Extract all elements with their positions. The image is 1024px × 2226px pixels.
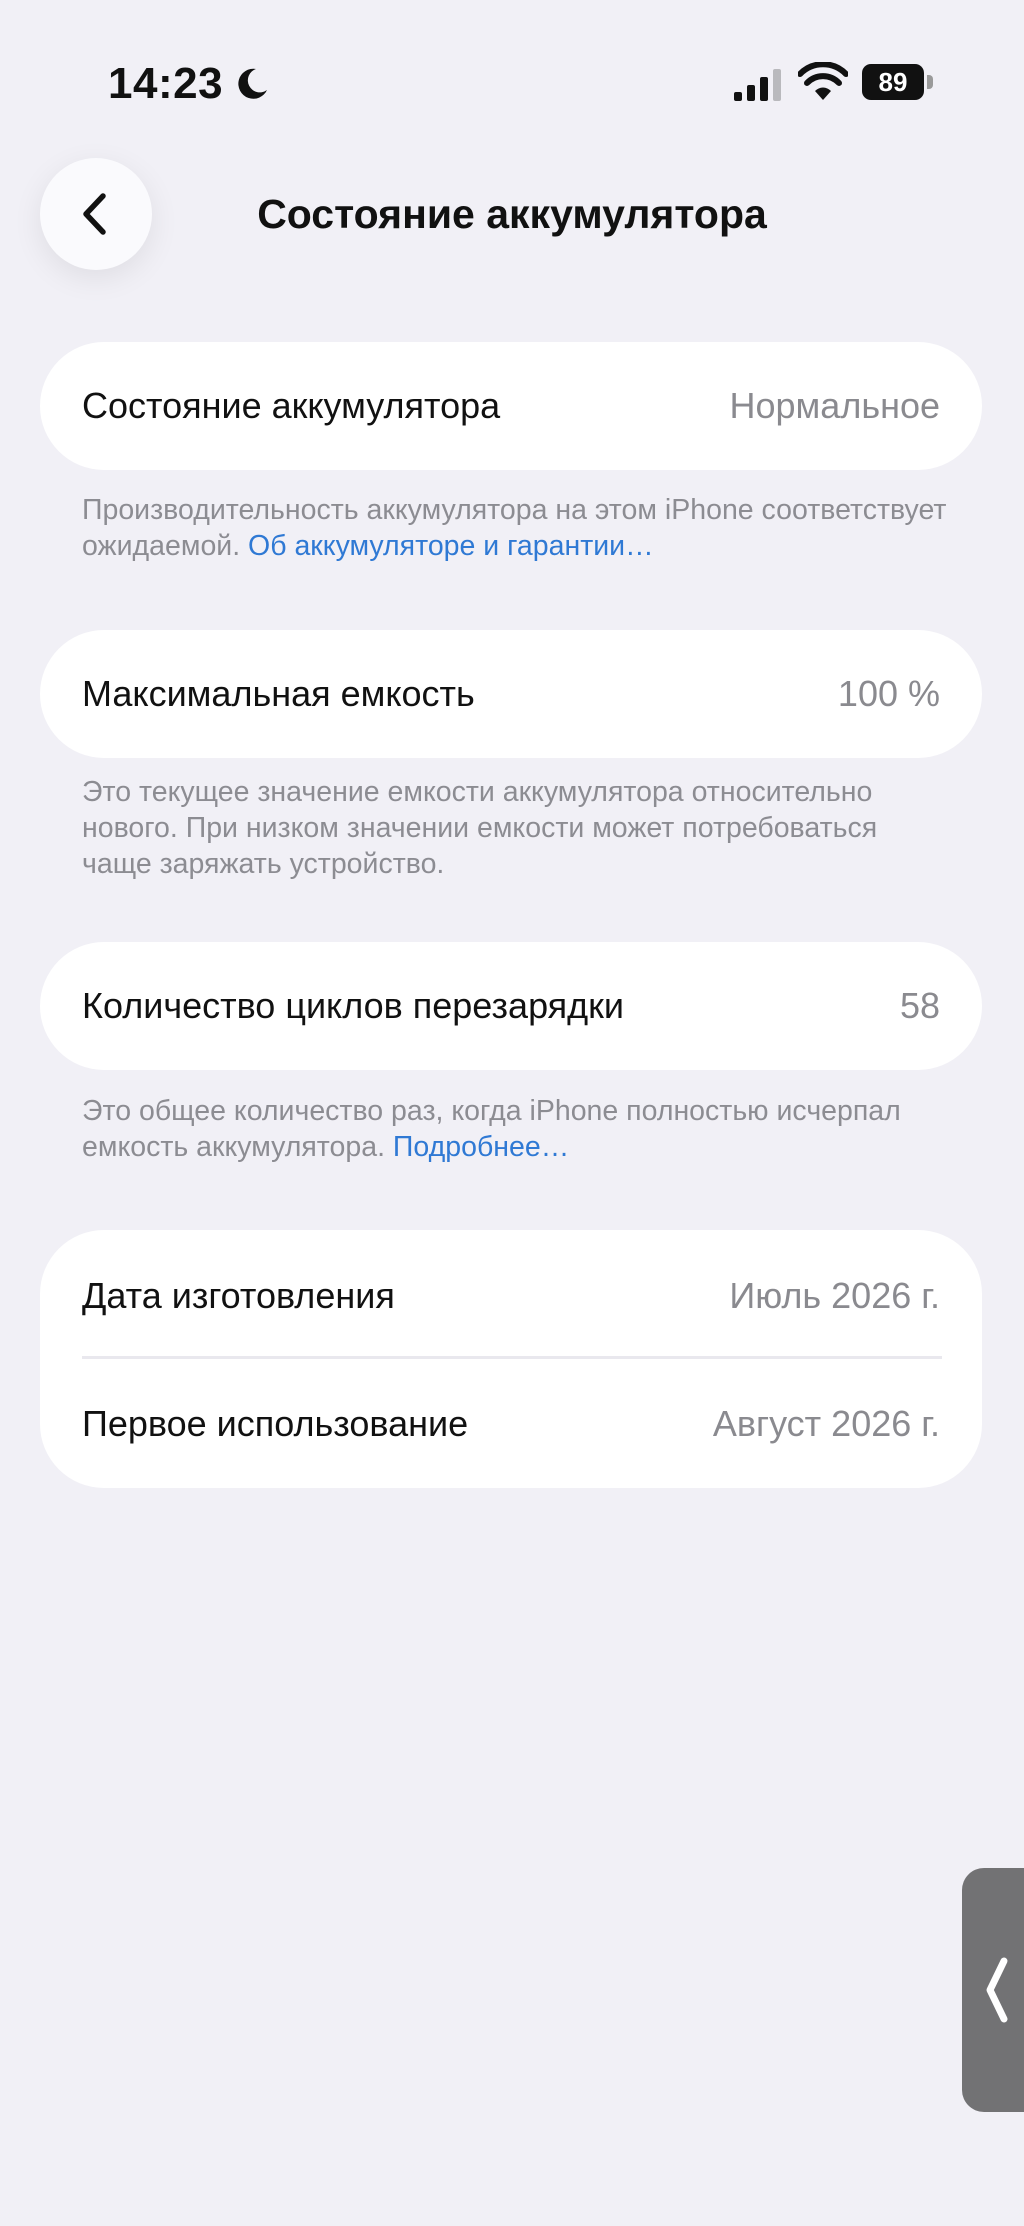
learn-more-link[interactable]: Подробнее… (393, 1131, 569, 1163)
manufacture-date-row: Дата изготовления Июль 2026 г. (82, 1266, 940, 1326)
max-capacity-footnote: Это текущее значение емкости аккумулятор… (82, 776, 878, 880)
max-capacity-value: 100 % (837, 673, 940, 714)
status-bar: 14:23 89 (0, 0, 1024, 150)
moon-icon (238, 68, 267, 99)
cycle-count-value: 58 (899, 985, 940, 1026)
row-divider (82, 1356, 942, 1359)
wifi-icon (798, 62, 848, 100)
max-capacity-row: Максимальная емкость 100 % (82, 664, 940, 724)
cycle-count-label: Количество циклов перезарядки (82, 985, 625, 1026)
status-time: 14:23 (108, 59, 224, 108)
battery-health-row: Состояние аккумулятора Нормальное (82, 376, 940, 436)
battery-health-card: Состояние аккумулятора Нормальное (40, 342, 982, 470)
first-use-value: Август 2026 г. (712, 1403, 940, 1444)
chevron-left-icon (986, 1957, 1008, 2023)
cellular-signal-icon (734, 69, 781, 101)
side-handle[interactable] (962, 1868, 1024, 2112)
battery-nub (927, 75, 933, 89)
battery-warranty-link[interactable]: Об аккумуляторе и гарантии… (248, 530, 654, 562)
battery-health-value: Нормальное (729, 385, 941, 426)
max-capacity-card: Максимальная емкость 100 % (40, 630, 982, 758)
dates-card: Дата изготовления Июль 2026 г. Первое ис… (40, 1230, 982, 1488)
max-capacity-label: Максимальная емкость (82, 673, 475, 714)
battery-body: 89 (862, 64, 924, 100)
first-use-row: Первое использование Август 2026 г. (82, 1394, 940, 1454)
battery-level: 89 (878, 66, 908, 97)
cycle-count-card: Количество циклов перезарядки 58 (40, 942, 982, 1070)
manufacture-date-value: Июль 2026 г. (729, 1275, 940, 1316)
battery-icon: 89 (862, 64, 934, 102)
cycle-count-row: Количество циклов перезарядки 58 (82, 976, 940, 1036)
page-title: Состояние аккумулятора (257, 191, 767, 237)
battery-health-footnote: Производительность аккумулятора на этом … (82, 492, 952, 564)
cycle-count-footnote: Это общее количество раз, когда iPhone п… (82, 1093, 952, 1165)
battery-health-label: Состояние аккумулятора (82, 385, 501, 426)
first-use-label: Первое использование (82, 1403, 469, 1444)
manufacture-date-label: Дата изготовления (82, 1275, 395, 1316)
